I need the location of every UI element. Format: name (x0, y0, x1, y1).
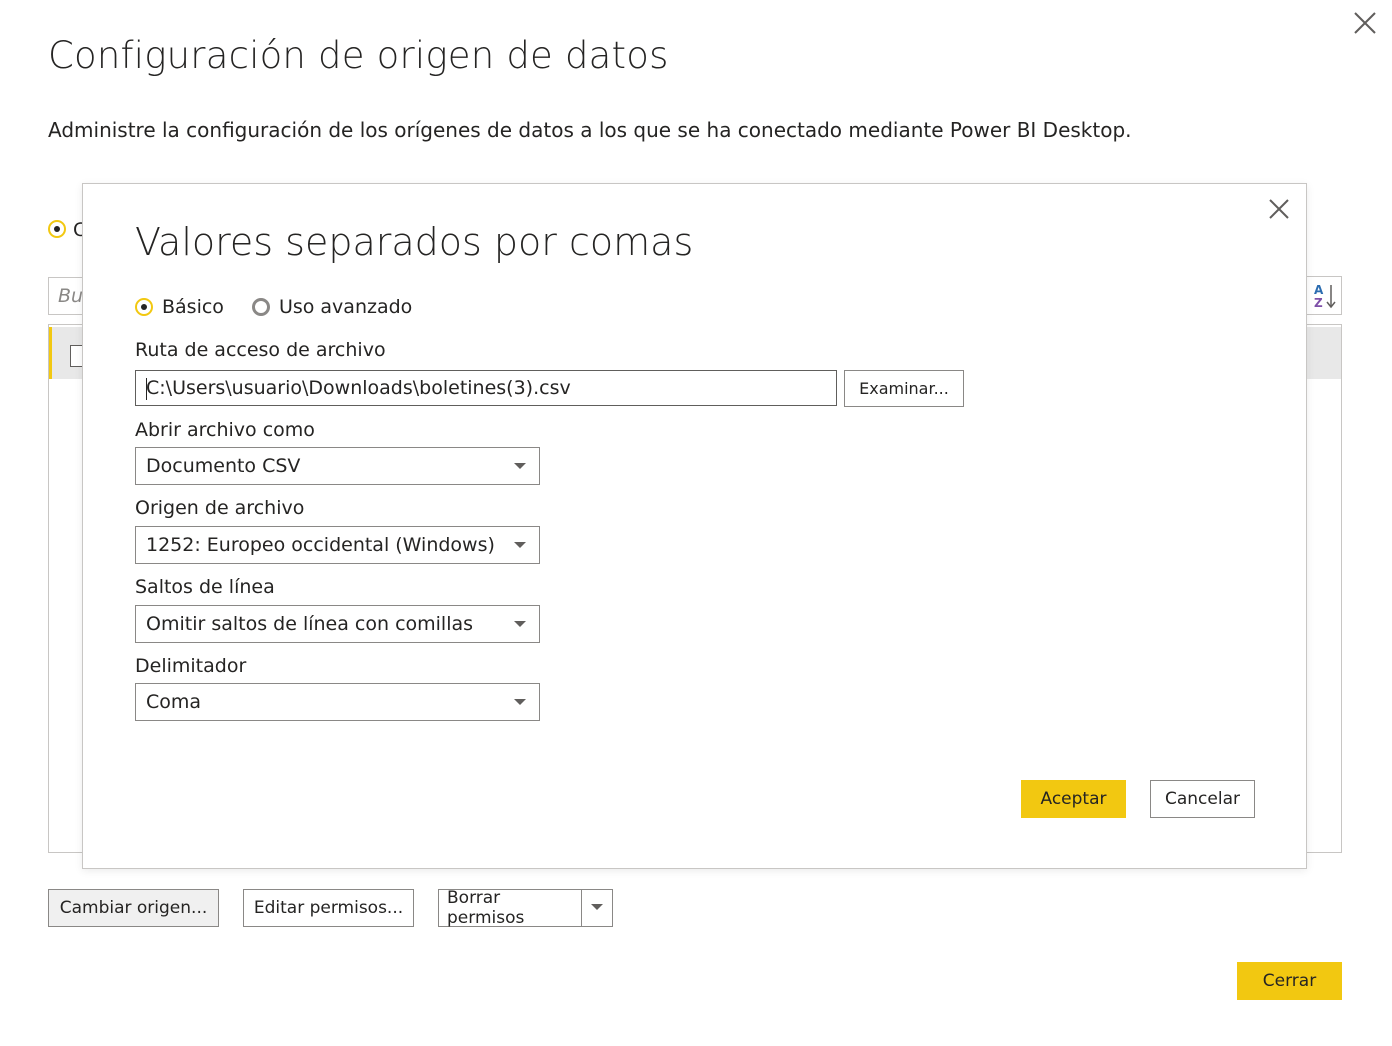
accept-button[interactable]: Aceptar (1021, 780, 1126, 818)
open-as-label: Abrir archivo como (135, 419, 315, 441)
file-path-value: C:\Users\usuario\Downloads\boletines(3).… (146, 377, 571, 399)
advanced-radio[interactable]: Uso avanzado (251, 296, 413, 318)
open-as-value: Documento CSV (146, 455, 301, 477)
file-origin-select[interactable]: 1252: Europeo occidental (Windows) (135, 526, 540, 564)
svg-text:Z: Z (1314, 296, 1323, 310)
outer-scope-radio[interactable] (48, 220, 66, 238)
chevron-down-icon (514, 621, 526, 627)
sort-az-icon: A Z (1314, 283, 1336, 310)
open-as-select[interactable]: Documento CSV (135, 447, 540, 485)
chevron-down-icon (514, 463, 526, 469)
edit-permissions-button[interactable]: Editar permisos... (243, 889, 414, 927)
mode-radio-group: Básico Uso avanzado (135, 296, 440, 318)
chevron-down-icon (514, 699, 526, 705)
file-origin-label: Origen de archivo (135, 497, 305, 519)
file-origin-value: 1252: Europeo occidental (Windows) (146, 534, 495, 556)
advanced-radio-label: Uso avanzado (278, 296, 413, 318)
svg-text:A: A (1314, 283, 1324, 297)
chevron-down-icon (591, 904, 603, 910)
line-breaks-value: Omitir saltos de línea con comillas (146, 613, 474, 635)
page-subtitle: Administre la configuración de los oríge… (48, 118, 1132, 142)
sort-button[interactable]: A Z (1305, 276, 1342, 315)
radio-checked-icon (135, 298, 153, 316)
dialog-title: Valores separados por comas (135, 220, 694, 264)
csv-settings-dialog: Valores separados por comas Básico Uso a… (82, 183, 1307, 869)
line-breaks-select[interactable]: Omitir saltos de línea con comillas (135, 605, 540, 643)
close-icon[interactable] (1266, 196, 1292, 222)
basic-radio-label: Básico (162, 296, 224, 318)
cancel-button[interactable]: Cancelar (1150, 780, 1255, 818)
change-source-button[interactable]: Cambiar origen... (48, 889, 219, 927)
delimiter-value: Coma (146, 691, 202, 713)
file-path-label: Ruta de acceso de archivo (135, 339, 386, 361)
clear-permissions-dropdown-button[interactable] (581, 889, 613, 927)
delimiter-label: Delimitador (135, 655, 247, 677)
close-button[interactable]: Cerrar (1237, 962, 1342, 1000)
delimiter-select[interactable]: Coma (135, 683, 540, 721)
browse-button[interactable]: Examinar... (844, 370, 964, 407)
outer-close-icon[interactable] (1352, 10, 1378, 36)
file-path-input[interactable]: C:\Users\usuario\Downloads\boletines(3).… (135, 370, 837, 406)
basic-radio[interactable]: Básico (135, 296, 224, 318)
clear-permissions-button[interactable]: Borrar permisos (438, 888, 581, 928)
line-breaks-label: Saltos de línea (135, 576, 275, 598)
chevron-down-icon (514, 542, 526, 548)
page-title: Configuración de origen de datos (48, 34, 669, 77)
radio-unchecked-icon (251, 298, 270, 316)
